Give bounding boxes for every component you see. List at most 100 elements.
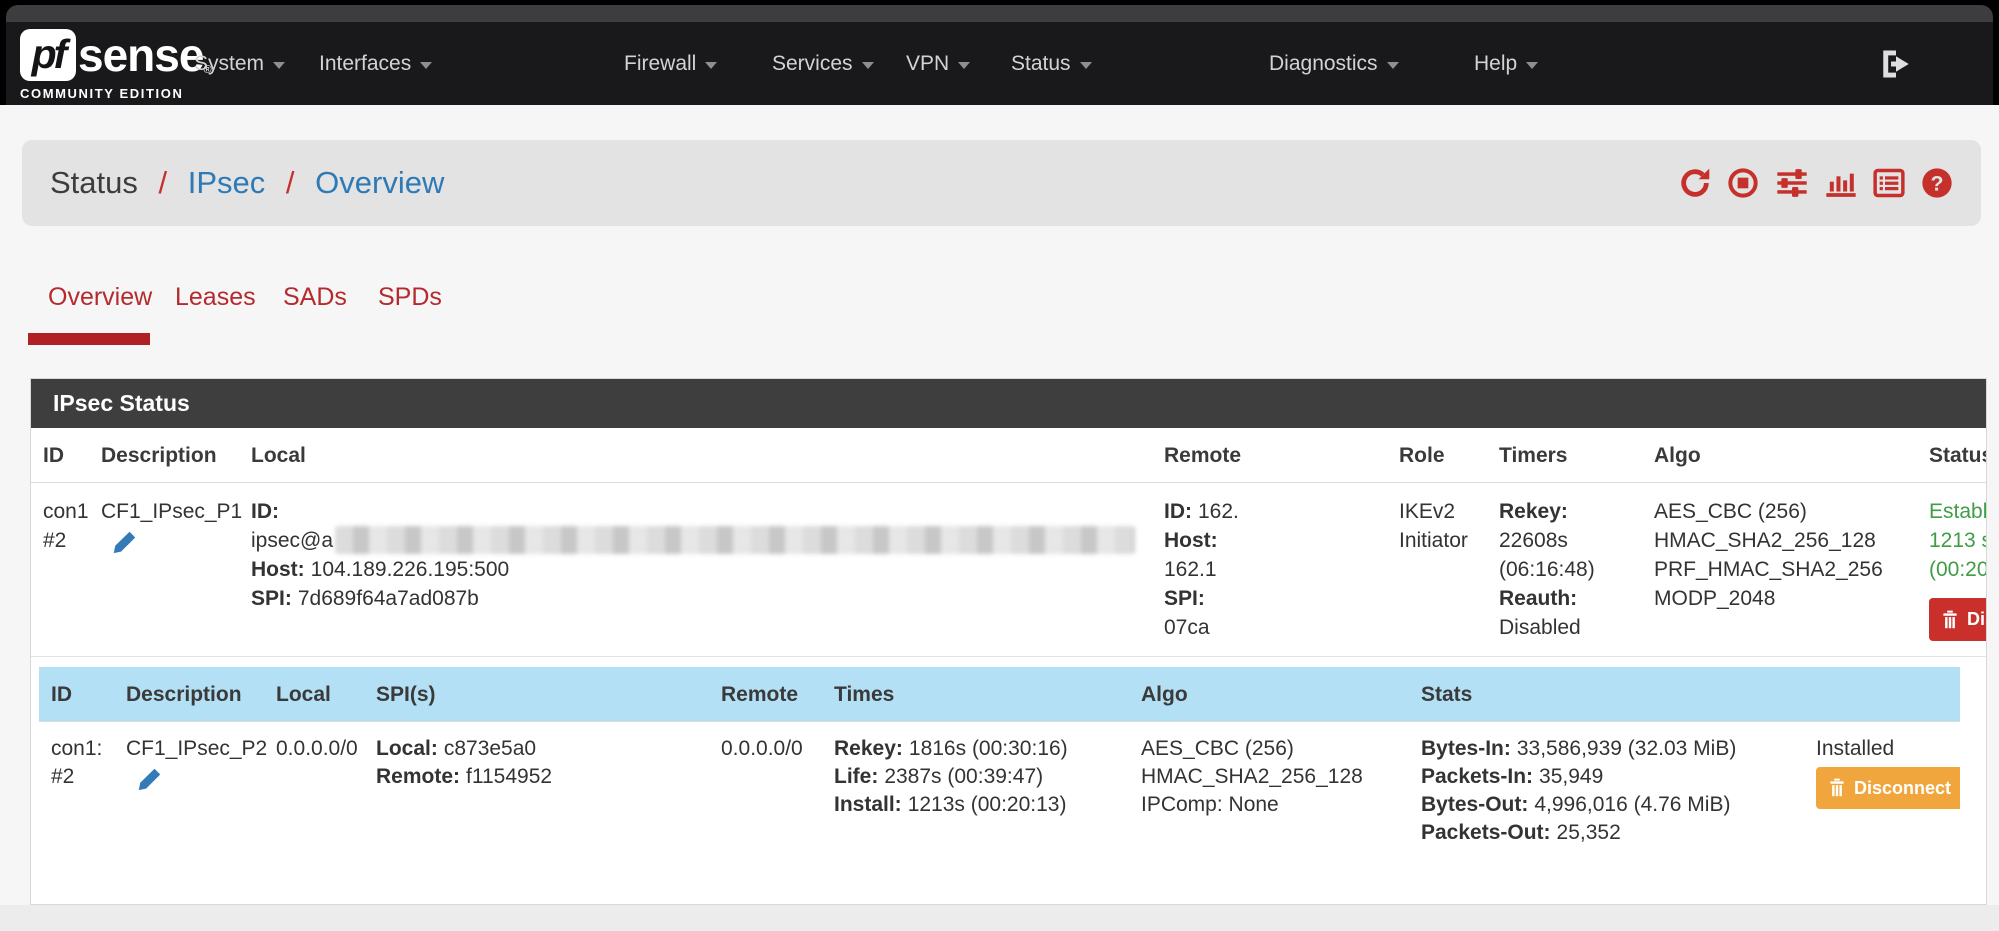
col-header-status: Status	[1917, 428, 1987, 483]
breadcrumb-toolbar: ?	[1679, 167, 1953, 199]
ipsec-status-panel: IPsec Status ID Description Local Remote…	[30, 378, 1987, 905]
window-chrome-strip	[6, 5, 1993, 22]
nav-item-status[interactable]: Status	[1011, 22, 1092, 105]
breadcrumb-separator: /	[159, 165, 168, 200]
nav-item-label: Status	[1011, 52, 1071, 76]
breadcrumb-separator: /	[286, 165, 295, 200]
nav-item-firewall[interactable]: Firewall	[624, 22, 717, 105]
cell-id: con1 #2	[31, 483, 89, 657]
status-age: 1213 seconds	[1929, 526, 1987, 555]
chevron-down-icon	[705, 62, 717, 69]
breadcrumb: Status / IPsec / Overview	[22, 140, 1981, 226]
edit-pencil-icon[interactable]	[136, 767, 162, 801]
col-header-description: Description	[114, 667, 264, 722]
nav-item-label: Interfaces	[319, 52, 411, 76]
active-tab-underline	[28, 333, 150, 345]
col-header-algo: Algo	[1129, 667, 1409, 722]
nav-item-label: VPN	[906, 52, 949, 76]
cell-local: ID: ipsec@a Host:104.189.226.195:500 SPI…	[239, 483, 1152, 657]
cell-status: Installed	[1804, 722, 1960, 861]
child-table-row-container: ID Description Local SPI(s) Remote Times…	[31, 657, 1987, 861]
nav-item-label: Diagnostics	[1269, 52, 1378, 76]
breadcrumb-text: Status / IPsec / Overview	[50, 165, 444, 201]
child-header-row: ID Description Local SPI(s) Remote Times…	[39, 667, 1960, 722]
cell-id: con1: #2	[39, 722, 114, 861]
cell-role: IKEv2 Initiator	[1387, 483, 1487, 657]
col-header-remote: Remote	[1152, 428, 1387, 483]
chart-icon[interactable]	[1825, 167, 1857, 199]
chevron-down-icon	[1387, 62, 1399, 69]
col-header-times: Times	[822, 667, 1129, 722]
trash-icon	[1828, 778, 1846, 798]
log-icon[interactable]	[1873, 167, 1905, 199]
col-header-timers: Timers	[1487, 428, 1642, 483]
cell-local: 0.0.0.0/0	[264, 722, 364, 861]
ipsec-p2-table: ID Description Local SPI(s) Remote Times…	[39, 667, 1960, 860]
cell-algo: AES_CBC (256) HMAC_SHA2_256_128 IPComp: …	[1129, 722, 1409, 861]
refresh-icon[interactable]	[1679, 167, 1711, 199]
col-header-id: ID	[39, 667, 114, 722]
sliders-icon[interactable]	[1775, 167, 1809, 199]
col-header-local: Local	[264, 667, 364, 722]
col-header-id: ID	[31, 428, 89, 483]
pfsense-logo-mark: pf	[20, 29, 76, 81]
tab-leases[interactable]: Leases	[175, 283, 256, 312]
page-background-strip	[0, 905, 1999, 931]
disconnect-button[interactable]: Disconnect	[1929, 598, 1987, 641]
chevron-down-icon	[862, 62, 874, 69]
col-header-remote: Remote	[709, 667, 822, 722]
cell-description: CF1_IPsec_P2	[114, 722, 264, 861]
col-header-algo: Algo	[1642, 428, 1917, 483]
nav-item-vpn[interactable]: VPN	[906, 22, 970, 105]
child-table-cell: ID Description Local SPI(s) Remote Times…	[31, 657, 1987, 861]
chevron-down-icon	[1080, 62, 1092, 69]
edit-pencil-icon[interactable]	[111, 530, 137, 564]
cell-remote: ID:162. Host: 162.1 SPI: 07ca	[1152, 483, 1387, 657]
chevron-down-icon	[420, 62, 432, 69]
chevron-down-icon	[273, 62, 285, 69]
cell-status: Established 1213 seconds (00:20:13)	[1917, 483, 1987, 657]
cell-description: CF1_IPsec_P1	[89, 483, 239, 657]
pfsense-logo[interactable]: pf sense ® COMMUNITY EDITION	[20, 28, 212, 101]
col-header-stats: Stats	[1409, 667, 1804, 722]
cell-times: Rekey:1816s (00:30:16) Life:2387s (00:39…	[822, 722, 1129, 861]
status-time: (00:20:13)	[1929, 555, 1987, 584]
panel-title: IPsec Status	[31, 379, 1986, 428]
tab-overview[interactable]: Overview	[48, 283, 152, 312]
status-state: Established	[1929, 497, 1987, 526]
svg-text:?: ?	[1930, 171, 1943, 195]
col-header-description: Description	[89, 428, 239, 483]
redacted-blur	[335, 526, 1135, 554]
breadcrumb-link-ipsec[interactable]: IPsec	[188, 165, 266, 200]
nav-item-label: Help	[1474, 52, 1517, 76]
nav-item-interfaces[interactable]: Interfaces	[319, 22, 432, 105]
table-row: con1 #2 CF1_IPsec_P1 ID: ipsec@a Host:10…	[31, 483, 1987, 657]
cell-algo: AES_CBC (256) HMAC_SHA2_256_128 PRF_HMAC…	[1642, 483, 1917, 657]
cell-spis: Local:c873e5a0 Remote:f1154952	[364, 722, 709, 861]
nav-item-help[interactable]: Help	[1474, 22, 1538, 105]
brand-tagline: COMMUNITY EDITION	[20, 86, 212, 101]
nav-item-label: Services	[772, 52, 853, 76]
cell-stats: Bytes-In:33,586,939 (32.03 MiB) Packets-…	[1409, 722, 1804, 861]
nav-item-label: Firewall	[624, 52, 696, 76]
breadcrumb-link-overview[interactable]: Overview	[315, 165, 444, 200]
nav-item-diagnostics[interactable]: Diagnostics	[1269, 22, 1399, 105]
nav-item-system[interactable]: System	[194, 22, 285, 105]
disconnect-button[interactable]: Disconnect	[1816, 767, 1960, 809]
table-header-row: ID Description Local Remote Role Timers …	[31, 428, 1987, 483]
ipsec-status-table: ID Description Local Remote Role Timers …	[31, 428, 1987, 860]
tab-spds[interactable]: SPDs	[378, 283, 442, 312]
col-header-spis: SPI(s)	[364, 667, 709, 722]
col-header-local: Local	[239, 428, 1152, 483]
help-icon[interactable]: ?	[1921, 167, 1953, 199]
tab-sads[interactable]: SADs	[283, 283, 347, 312]
sign-out-icon[interactable]	[1879, 47, 1913, 81]
chevron-down-icon	[958, 62, 970, 69]
table-row: con1: #2 CF1_IPsec_P2	[39, 722, 1960, 861]
col-header-role: Role	[1387, 428, 1487, 483]
stop-icon[interactable]	[1727, 167, 1759, 199]
nav-item-services[interactable]: Services	[772, 22, 874, 105]
cell-remote: 0.0.0.0/0	[709, 722, 822, 861]
breadcrumb-section: Status	[50, 165, 138, 200]
cell-timers: Rekey: 22608s (06:16:48) Reauth: Disable…	[1487, 483, 1642, 657]
